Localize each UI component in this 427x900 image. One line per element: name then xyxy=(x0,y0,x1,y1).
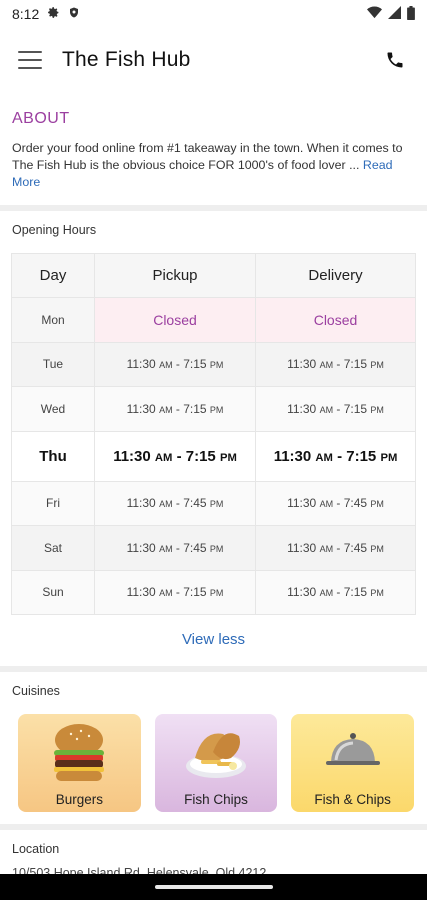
table-row: Sun 11:30 AM - 7:15 PM 11:30 AM - 7:15 P… xyxy=(11,569,416,615)
table-row: Tue 11:30 AM - 7:15 PM 11:30 AM - 7:15 P… xyxy=(11,341,416,387)
delivery-cell: Closed xyxy=(255,297,416,343)
signal-icon xyxy=(388,6,401,22)
phone-icon[interactable] xyxy=(381,46,409,74)
cuisine-card-fish-and-chips[interactable]: Fish & Chips xyxy=(291,714,415,812)
location-label: Location xyxy=(12,842,60,856)
status-bar: 8:12 xyxy=(0,0,427,28)
header-pickup: Pickup xyxy=(94,253,256,298)
delivery-cell: 11:30 AM - 7:15 PM xyxy=(255,430,416,482)
day-cell: Sat xyxy=(11,525,95,571)
menu-icon[interactable] xyxy=(18,51,42,69)
pickup-cell: 11:30 AM - 7:45 PM xyxy=(94,525,256,571)
wifi-icon xyxy=(367,6,382,22)
app-bar: The Fish Hub xyxy=(0,28,427,92)
about-description: Order your food online from #1 takeaway … xyxy=(12,141,403,172)
system-nav-bar xyxy=(0,874,427,900)
table-row: Mon Closed Closed xyxy=(11,297,416,343)
cuisines-label: Cuisines xyxy=(12,684,60,698)
day-cell: Tue xyxy=(11,341,95,387)
status-time: 8:12 xyxy=(12,6,40,22)
cuisine-card-fish-chips[interactable]: Fish Chips xyxy=(154,714,278,812)
cloche-icon xyxy=(291,722,414,774)
battery-icon xyxy=(407,5,415,23)
day-cell: Sun xyxy=(11,569,95,615)
table-row: Fri 11:30 AM - 7:45 PM 11:30 AM - 7:45 P… xyxy=(11,480,416,526)
opening-hours-label: Opening Hours xyxy=(12,223,97,237)
cuisine-label: Fish & Chips xyxy=(314,792,391,807)
about-text: Order your food online from #1 takeaway … xyxy=(12,140,416,191)
day-cell: Thu xyxy=(11,430,95,482)
pickup-cell: 11:30 AM - 7:15 PM xyxy=(94,386,256,432)
table-row-today: Thu 11:30 AM - 7:15 PM 11:30 AM - 7:15 P… xyxy=(11,430,416,482)
table-row: Wed 11:30 AM - 7:15 PM 11:30 AM - 7:15 P… xyxy=(11,386,416,432)
delivery-cell: 11:30 AM - 7:45 PM xyxy=(255,525,416,571)
day-cell: Wed xyxy=(11,386,95,432)
fish-chips-icon xyxy=(155,722,278,784)
pickup-cell: 11:30 AM - 7:15 PM xyxy=(94,569,256,615)
app-title: The Fish Hub xyxy=(62,48,191,71)
pickup-cell: 11:30 AM - 7:15 PM xyxy=(94,430,256,482)
day-cell: Mon xyxy=(11,297,95,343)
pickup-cell: 11:30 AM - 7:15 PM xyxy=(94,341,256,387)
delivery-cell: 11:30 AM - 7:15 PM xyxy=(255,569,416,615)
pickup-cell: Closed xyxy=(94,297,256,343)
header-delivery: Delivery xyxy=(255,253,416,298)
delivery-cell: 11:30 AM - 7:15 PM xyxy=(255,386,416,432)
cuisine-label: Burgers xyxy=(55,792,103,807)
view-less-link[interactable]: View less xyxy=(0,615,427,666)
cuisines-section: Cuisines Burgers Fish Chips Fish & Chips xyxy=(0,672,427,824)
table-row: Sat 11:30 AM - 7:45 PM 11:30 AM - 7:45 P… xyxy=(11,525,416,571)
about-title: ABOUT xyxy=(12,110,70,127)
delivery-cell: 11:30 AM - 7:45 PM xyxy=(255,480,416,526)
pickup-cell: 11:30 AM - 7:45 PM xyxy=(94,480,256,526)
settings-gear-icon xyxy=(47,6,60,22)
burger-icon xyxy=(18,722,141,784)
cuisine-label: Fish Chips xyxy=(184,792,248,807)
delivery-cell: 11:30 AM - 7:15 PM xyxy=(255,341,416,387)
shield-icon xyxy=(68,6,80,22)
opening-hours-section: Opening Hours Day Pickup Delivery Mon Cl… xyxy=(0,211,427,666)
opening-hours-table: Day Pickup Delivery Mon Closed Closed Tu… xyxy=(11,253,416,615)
header-day: Day xyxy=(11,253,95,298)
cuisine-card-burgers[interactable]: Burgers xyxy=(18,714,141,812)
about-section: ABOUT Order your food online from #1 tak… xyxy=(0,92,427,205)
day-cell: Fri xyxy=(11,480,95,526)
table-header-row: Day Pickup Delivery xyxy=(11,253,416,298)
home-gesture-handle[interactable] xyxy=(154,885,273,889)
cuisine-list: Burgers Fish Chips Fish & Chips xyxy=(0,708,427,812)
